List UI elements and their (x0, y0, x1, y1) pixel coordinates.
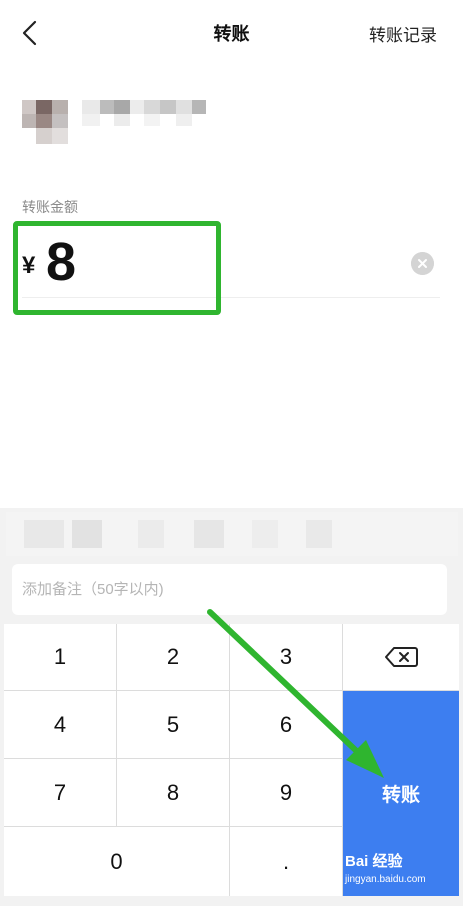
note-field[interactable] (12, 564, 447, 615)
key-6[interactable]: 6 (230, 691, 342, 758)
key-2[interactable]: 2 (117, 624, 229, 690)
watermark-brand: Bai 经验 (345, 853, 403, 870)
key-3[interactable]: 3 (230, 624, 342, 690)
key-9[interactable]: 9 (230, 759, 342, 826)
backspace-icon (385, 647, 418, 667)
key-7[interactable]: 7 (4, 759, 116, 826)
key-1[interactable]: 1 (4, 624, 116, 690)
blurred-info-strip (6, 512, 458, 556)
transfer-history-link[interactable]: 转账记录 (369, 21, 437, 46)
watermark-logo: Bai 经验 jingyan.baidu.com (345, 850, 457, 894)
backspace-button[interactable] (343, 624, 459, 690)
key-4[interactable]: 4 (4, 691, 116, 758)
amount-label: 转账金额 (22, 199, 78, 215)
watermark-url: jingyan.baidu.com (345, 874, 426, 885)
nav-bar: 转账 转账记录 (0, 0, 463, 64)
key-decimal[interactable]: . (230, 827, 342, 896)
key-5[interactable]: 5 (117, 691, 229, 758)
key-8[interactable]: 8 (117, 759, 229, 826)
clear-icon[interactable] (411, 252, 434, 275)
recipient-avatar-blurred (22, 98, 206, 146)
amount-highlight-annotation (13, 221, 221, 315)
key-0[interactable]: 0 (4, 827, 229, 896)
